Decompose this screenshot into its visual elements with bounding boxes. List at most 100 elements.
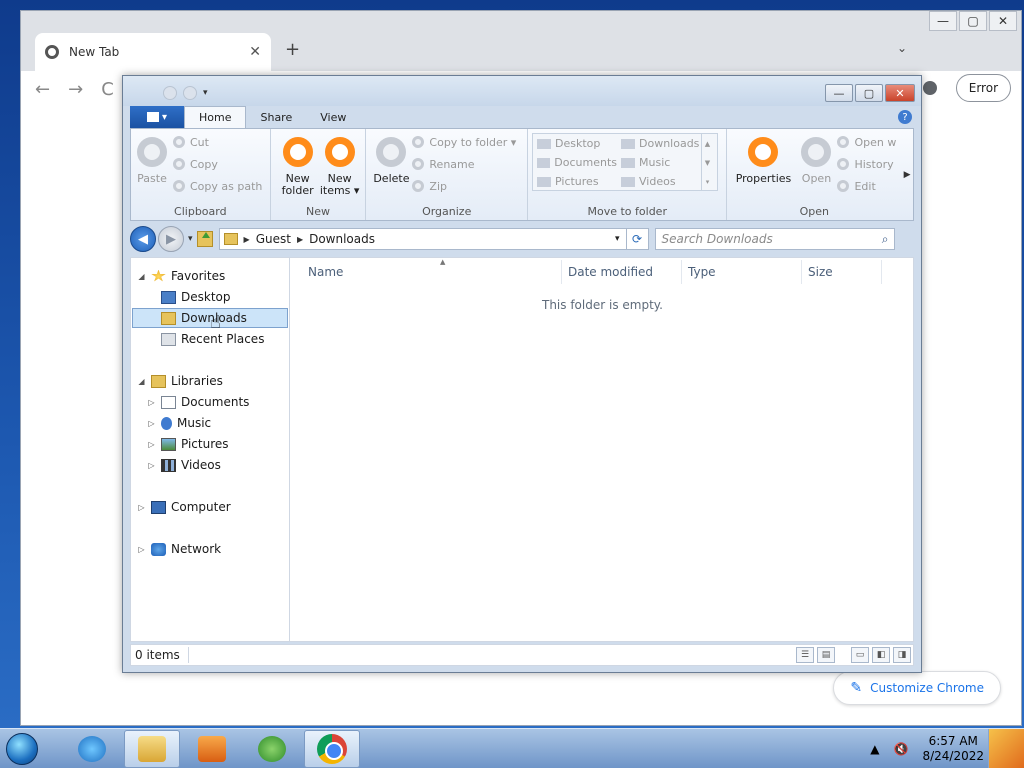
- column-header-name[interactable]: ▲ Name: [302, 258, 562, 284]
- error-button[interactable]: Error: [955, 74, 1011, 102]
- nav-favorites[interactable]: ◢ Favorites: [137, 266, 225, 286]
- chrome-tab-new-tab[interactable]: New Tab ✕: [35, 33, 271, 71]
- breadcrumb-downloads[interactable]: Downloads: [309, 232, 375, 246]
- move-to-desktop[interactable]: Desktop: [533, 134, 617, 153]
- collapse-arrow-icon[interactable]: ◢: [137, 377, 146, 386]
- reload-icon[interactable]: C: [101, 79, 114, 100]
- nav-documents[interactable]: ▷ Documents: [147, 392, 249, 412]
- search-icon[interactable]: ⌕: [882, 232, 894, 247]
- customize-chrome-label: Customize Chrome: [870, 681, 984, 695]
- recent-locations-arrow[interactable]: ▾: [188, 234, 193, 244]
- nav-pictures[interactable]: ▷ Pictures: [147, 434, 228, 454]
- taskbar-media-player[interactable]: [184, 730, 240, 768]
- qat-new-folder-icon[interactable]: [183, 86, 197, 100]
- back-arrow-icon[interactable]: ←: [35, 79, 50, 100]
- address-dropdown-arrow[interactable]: ▾: [615, 234, 626, 244]
- navigation-pane-icon[interactable]: ◨: [893, 647, 911, 663]
- file-menu-icon: [146, 112, 159, 122]
- qat-properties-icon[interactable]: [163, 86, 177, 100]
- nav-network[interactable]: ▷ Network: [137, 539, 221, 559]
- nav-videos[interactable]: ▷ Videos: [147, 455, 220, 475]
- breadcrumb-separator[interactable]: ▶: [244, 235, 250, 244]
- nav-computer[interactable]: ▷ Computer: [137, 497, 231, 517]
- start-button[interactable]: [0, 729, 44, 768]
- maximize-button[interactable]: ▢: [855, 84, 883, 102]
- help-icon[interactable]: ?: [898, 110, 912, 124]
- chrome-maximize-button[interactable]: ▢: [959, 11, 987, 31]
- tab-home[interactable]: Home: [184, 106, 247, 128]
- taskbar-chrome[interactable]: [304, 729, 360, 768]
- delete-icon: [376, 137, 407, 167]
- close-button[interactable]: ✕: [885, 84, 915, 102]
- breadcrumb-guest[interactable]: Guest: [256, 232, 291, 246]
- move-to-music[interactable]: Music: [617, 153, 701, 172]
- cut-button[interactable]: Cut: [173, 133, 262, 151]
- expand-arrow-icon[interactable]: ▷: [147, 440, 156, 449]
- address-bar[interactable]: ▶ Guest ▶ Downloads ▾: [218, 228, 627, 250]
- up-folder-icon[interactable]: [196, 231, 213, 247]
- copy-button[interactable]: Copy: [173, 155, 262, 173]
- column-header-type[interactable]: Type: [682, 260, 802, 284]
- expand-arrow-icon[interactable]: ▷: [147, 419, 156, 428]
- gallery-expand[interactable]: ▾: [701, 172, 713, 191]
- refresh-icon[interactable]: ⟳: [626, 228, 649, 250]
- chrome-minimize-button[interactable]: —: [929, 11, 957, 31]
- taskbar-internet-explorer[interactable]: [64, 730, 120, 768]
- back-button[interactable]: ◀: [130, 226, 156, 252]
- column-header-date-modified[interactable]: Date modified: [562, 260, 682, 284]
- explorer-window-controls: — ▢ ✕: [823, 84, 915, 102]
- nav-music[interactable]: ▷ Music: [147, 413, 211, 433]
- tab-share[interactable]: Share: [246, 106, 306, 128]
- move-to-videos[interactable]: Videos: [617, 172, 701, 191]
- large-icons-view-icon[interactable]: ▤: [817, 647, 835, 663]
- file-list-pane[interactable]: ▲ Name Date modified Type Size This fold…: [290, 257, 914, 642]
- gallery-scroll-down[interactable]: ▼: [701, 153, 713, 172]
- tab-search-icon[interactable]: ⌄: [897, 41, 907, 55]
- move-to-documents[interactable]: Documents: [533, 153, 617, 172]
- search-input[interactable]: Search Downloads ⌕: [654, 228, 895, 250]
- new-tab-button[interactable]: +: [285, 39, 300, 60]
- forward-button[interactable]: ▶: [158, 226, 184, 252]
- hand-cursor-icon: ☝: [210, 312, 221, 333]
- taskbar-file-explorer[interactable]: [124, 729, 180, 768]
- chrome-close-button[interactable]: ✕: [989, 11, 1017, 31]
- move-to-downloads[interactable]: Downloads: [617, 134, 701, 153]
- edit-button[interactable]: Edit: [837, 177, 896, 195]
- preview-pane-icon[interactable]: ▭: [851, 647, 869, 663]
- expand-arrow-icon[interactable]: ▷: [137, 503, 146, 512]
- forward-arrow-icon[interactable]: →: [68, 79, 83, 100]
- profile-avatar-icon[interactable]: [923, 81, 937, 95]
- expand-arrow-icon[interactable]: ▷: [137, 545, 146, 554]
- edit-icon: [837, 180, 850, 192]
- tab-view[interactable]: View: [306, 106, 360, 128]
- qat-customize-arrow[interactable]: ▾: [203, 88, 208, 98]
- taskbar-app[interactable]: [244, 730, 300, 768]
- gallery-scroll-up[interactable]: ▲: [701, 134, 713, 153]
- show-desktop-button[interactable]: [988, 729, 1024, 768]
- expand-arrow-icon[interactable]: ▷: [147, 398, 156, 407]
- show-hidden-icons-arrow[interactable]: ▲: [870, 742, 879, 756]
- minimize-button[interactable]: —: [825, 84, 853, 102]
- ribbon-scroll-right-icon[interactable]: ▶: [901, 129, 913, 220]
- clock[interactable]: 6:57 AM 8/24/2022: [922, 734, 984, 764]
- copy-as-path-button[interactable]: Copy as path: [173, 177, 262, 195]
- close-tab-icon[interactable]: ✕: [249, 44, 261, 60]
- column-header-size[interactable]: Size: [802, 260, 882, 284]
- file-menu-button[interactable]: ▾: [130, 106, 184, 128]
- collapse-arrow-icon[interactable]: ◢: [137, 272, 146, 281]
- details-view-icon[interactable]: ☰: [796, 647, 814, 663]
- open-with-button[interactable]: Open w: [837, 133, 896, 151]
- history-button[interactable]: History: [837, 155, 896, 173]
- nav-libraries[interactable]: ◢ Libraries: [137, 371, 222, 391]
- volume-muted-icon[interactable]: 🔇: [894, 742, 909, 756]
- rename-button[interactable]: Rename: [412, 155, 516, 173]
- expand-arrow-icon[interactable]: ▷: [147, 461, 156, 470]
- nav-computer-label: Computer: [171, 500, 231, 514]
- copy-to-folder-button[interactable]: Copy to folder ▾: [412, 133, 516, 151]
- breadcrumb-separator[interactable]: ▶: [297, 235, 303, 244]
- nav-desktop[interactable]: Desktop: [161, 287, 231, 307]
- customize-chrome-button[interactable]: ✎ Customize Chrome: [833, 671, 1001, 705]
- move-to-pictures[interactable]: Pictures: [533, 172, 617, 191]
- details-pane-icon[interactable]: ◧: [872, 647, 890, 663]
- zip-button[interactable]: Zip: [412, 177, 516, 195]
